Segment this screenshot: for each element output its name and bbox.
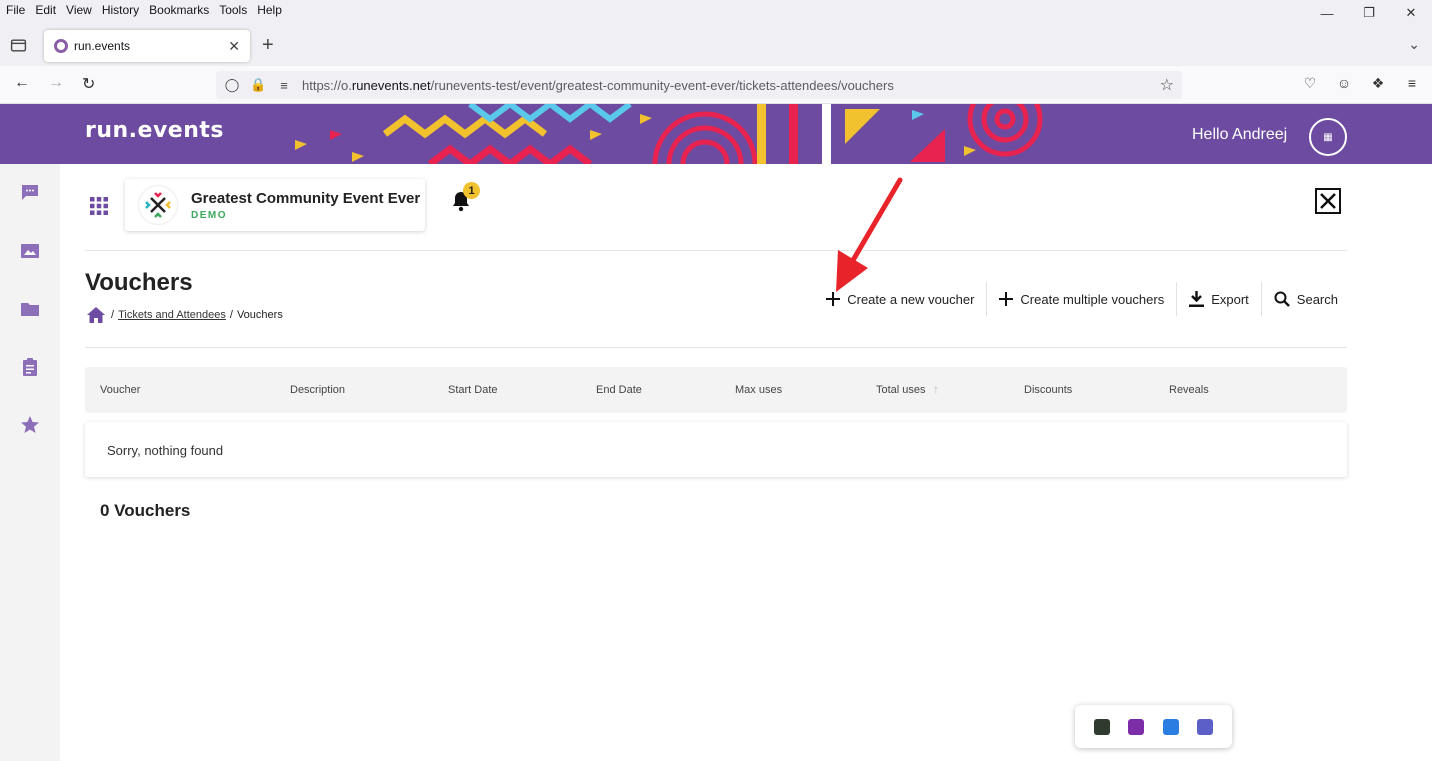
clipboard-icon[interactable] — [20, 357, 40, 377]
column-end-date[interactable]: End Date — [596, 384, 642, 396]
menu-tools[interactable]: Tools — [219, 3, 247, 17]
voucher-count: 0 Vouchers — [100, 501, 191, 520]
event-selector[interactable]: Greatest Community Event Ever DEMO — [125, 179, 425, 231]
reload-icon[interactable]: ↻ — [82, 74, 95, 94]
hamburger-menu-icon[interactable]: ≡ — [1404, 75, 1420, 91]
minimize-icon[interactable]: — — [1306, 0, 1348, 26]
chat-icon[interactable] — [20, 182, 40, 202]
create-voucher-label: Create a new voucher — [847, 291, 975, 307]
create-voucher-button[interactable]: Create a new voucher — [814, 282, 988, 316]
plus-icon — [826, 292, 841, 306]
url-path: /runevents-test/event/greatest-community… — [430, 77, 894, 93]
breadcrumb: / Tickets and Attendees / Vouchers — [87, 307, 283, 323]
breadcrumb-separator: / — [111, 309, 115, 321]
folder-icon[interactable] — [20, 299, 40, 319]
star-icon[interactable] — [20, 415, 40, 435]
close-tab-icon[interactable]: ✕ — [228, 38, 240, 55]
user-greeting: Hello Andreej — [1192, 126, 1288, 143]
column-total-uses[interactable]: Total uses — [876, 384, 926, 396]
table-header: Voucher Description Start Date End Date … — [85, 367, 1347, 413]
plus-icon — [999, 292, 1014, 306]
column-start-date[interactable]: Start Date — [448, 384, 498, 396]
image-icon[interactable] — [20, 241, 40, 261]
account-icon[interactable]: ☺ — [1336, 75, 1352, 91]
address-bar[interactable]: ◯ 🔒 ≡ https://o. runevents.net/runevents-… — [216, 71, 1182, 99]
event-info: Greatest Community Event Ever DEMO — [191, 190, 420, 221]
column-reveals[interactable]: Reveals — [1169, 384, 1209, 396]
url-prefix: https://o. — [302, 77, 352, 93]
apps-grid-icon[interactable] — [90, 197, 108, 215]
window-controls: — ❐ ✕ — [1306, 0, 1432, 26]
create-multiple-label: Create multiple vouchers — [1020, 291, 1165, 307]
create-multiple-vouchers-button[interactable]: Create multiple vouchers — [987, 282, 1178, 316]
column-max-uses[interactable]: Max uses — [735, 384, 782, 396]
breadcrumb-current: Vouchers — [236, 309, 283, 321]
empty-results: Sorry, nothing found — [85, 422, 1347, 477]
tab-bar: run.events ✕ + ⌄ — [0, 26, 1432, 66]
banner-gap — [822, 104, 831, 164]
breadcrumb-separator: / — [229, 309, 233, 321]
empty-message: Sorry, nothing found — [107, 443, 224, 458]
extensions-icon[interactable]: ❖ — [1370, 75, 1386, 91]
column-discounts[interactable]: Discounts — [1024, 384, 1072, 396]
tab-title: run.events — [74, 39, 131, 53]
lock-icon[interactable]: 🔒 — [250, 77, 266, 93]
close-icon[interactable] — [1315, 188, 1341, 214]
menu-list: File Edit View History Bookmarks Tools H… — [6, 3, 282, 17]
menu-history[interactable]: History — [102, 3, 139, 17]
menu-file[interactable]: File — [6, 3, 25, 17]
search-button[interactable]: Search — [1262, 282, 1347, 316]
new-tab-icon[interactable]: + — [262, 34, 274, 57]
close-window-icon[interactable]: ✕ — [1390, 0, 1432, 26]
runevents-logo[interactable]: run.events — [85, 118, 224, 143]
sort-arrow-up-icon[interactable]: ↑ — [933, 382, 939, 396]
notification-count-badge: 1 — [463, 182, 480, 199]
back-icon[interactable]: ← — [14, 74, 30, 92]
user-avatar[interactable]: ▦ — [1309, 118, 1347, 156]
url-host: runevents.net — [351, 77, 431, 93]
voucher-actions: Create a new voucher Create multiple vou… — [814, 282, 1347, 316]
onenote-app-icon[interactable] — [1128, 718, 1145, 735]
permissions-icon[interactable]: ≡ — [276, 78, 292, 93]
event-toolbar: Greatest Community Event Ever DEMO 1 — [85, 164, 1347, 251]
search-icon — [1274, 291, 1290, 307]
export-button[interactable]: Export — [1177, 282, 1262, 316]
browser-tab[interactable]: run.events ✕ — [44, 30, 250, 62]
navigation-bar: ← → ↻ ◯ 🔒 ≡ https://o. runevents.net/rune… — [0, 66, 1432, 104]
pocket-icon[interactable]: ♡ — [1302, 75, 1318, 91]
event-name: Greatest Community Event Ever — [191, 189, 421, 207]
toolbar-icons: ♡ ☺ ❖ ≡ — [1302, 75, 1420, 91]
column-voucher[interactable]: Voucher — [100, 384, 140, 396]
event-demo-badge: DEMO — [191, 209, 227, 221]
forward-icon[interactable]: → — [48, 74, 64, 92]
defender-app-icon[interactable] — [1162, 718, 1179, 735]
download-icon — [1189, 291, 1205, 307]
page-title: Vouchers — [85, 269, 193, 296]
taskbar-tray — [1075, 705, 1232, 748]
bookmark-star-icon[interactable]: ☆ — [1160, 75, 1174, 95]
event-logo-icon — [139, 186, 177, 224]
menu-view[interactable]: View — [66, 3, 92, 17]
shield-icon[interactable]: ◯ — [224, 77, 240, 93]
export-label: Export — [1211, 291, 1249, 307]
home-icon[interactable] — [87, 307, 105, 323]
teams-app-icon[interactable] — [1196, 718, 1213, 735]
search-label: Search — [1296, 291, 1338, 307]
terminal-app-icon[interactable] — [1094, 718, 1111, 735]
restore-icon[interactable]: ❐ — [1348, 0, 1390, 26]
menu-help[interactable]: Help — [257, 3, 282, 17]
tab-list-icon[interactable] — [10, 37, 27, 54]
menu-edit[interactable]: Edit — [35, 3, 56, 17]
left-sidebar — [0, 164, 60, 761]
menu-bookmarks[interactable]: Bookmarks — [149, 3, 209, 17]
section-divider — [85, 347, 1347, 348]
breadcrumb-tickets-attendees[interactable]: Tickets and Attendees — [118, 309, 226, 321]
chevron-down-icon[interactable]: ⌄ — [1408, 36, 1420, 53]
app-header: run.events Hello Andreej ▦ — [0, 104, 1432, 164]
site-favicon-icon — [54, 39, 68, 53]
column-description[interactable]: Description — [290, 384, 345, 396]
browser-menubar: File Edit View History Bookmarks Tools H… — [0, 0, 1432, 26]
